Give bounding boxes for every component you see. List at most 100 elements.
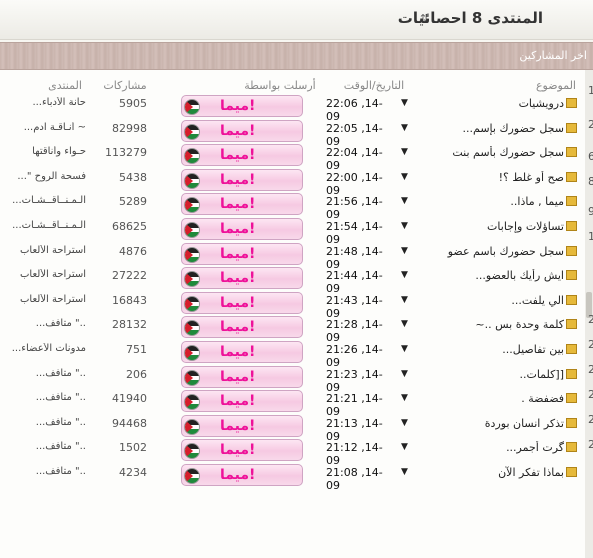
dropdown-arrow-icon[interactable]: ▼ [401, 196, 408, 206]
topic-link[interactable]: سجل حضورك باسم عضو [407, 245, 577, 258]
user-name[interactable]: ميما! [220, 270, 255, 286]
forum-link[interactable]: مدونات الأعضاء... [0, 343, 86, 354]
topic-link[interactable]: [[كلمات.. [407, 368, 577, 381]
topic-title[interactable]: بماذا تفكر الآن [498, 466, 564, 479]
topic-title[interactable]: [[كلمات.. [519, 368, 564, 381]
user-name[interactable]: ميما! [220, 319, 255, 335]
forum-link[interactable]: استراحة الألعاب [0, 245, 86, 256]
forum-link[interactable]: .." متأفف... [0, 392, 86, 403]
user-name[interactable]: ميما! [220, 147, 255, 163]
topic-title[interactable]: سجل حضورك بأسم بنت [452, 146, 564, 159]
user-badge[interactable]: ميما! [181, 291, 303, 314]
topic-title[interactable]: تذكر انسان بوردة [485, 417, 564, 430]
user-name[interactable]: ميما! [220, 196, 255, 212]
topic-title[interactable]: ميما , ماذا.. [510, 195, 564, 208]
user-badge[interactable]: ميما! [181, 218, 303, 240]
forum-link[interactable]: .." متأفف... [0, 417, 86, 428]
topic-link[interactable]: كلمة وحدة بس ..~ [407, 318, 577, 331]
user-badge[interactable]: ميما! [181, 464, 303, 486]
forum-link[interactable]: .." متأفف... [0, 441, 86, 452]
topic-title[interactable]: سجل حضورك بإسم... [463, 122, 564, 135]
dropdown-arrow-icon[interactable]: ▼ [401, 442, 408, 452]
topic-title[interactable]: تساؤلات وإجابات [487, 220, 564, 233]
topic-link[interactable]: سجل حضورك بإسم... [407, 122, 577, 135]
topic-link[interactable]: ايش رأيك بالعضو... [407, 269, 577, 282]
forum-link[interactable]: الـمـنــاقــشـات... [0, 195, 86, 206]
user-badge[interactable]: ميما! [181, 316, 303, 339]
user-name[interactable]: ميما! [220, 344, 255, 360]
topic-title[interactable]: كلمة وحدة بس ..~ [475, 318, 564, 331]
user-name[interactable]: ميما! [220, 295, 255, 311]
user-badge[interactable]: ميما! [181, 193, 303, 216]
dropdown-arrow-icon[interactable]: ▼ [401, 221, 408, 231]
user-badge[interactable]: ميما! [181, 119, 303, 142]
forum-link[interactable]: .." متأفف... [0, 318, 86, 329]
topic-title[interactable]: ايش رأيك بالعضو... [475, 269, 564, 282]
topic-title[interactable]: صح أو غلط ؟! [499, 171, 564, 184]
dropdown-arrow-icon[interactable]: ▼ [401, 147, 408, 157]
topic-title[interactable]: فضفضة . [521, 392, 564, 405]
dropdown-arrow-icon[interactable]: ▼ [401, 270, 408, 280]
user-name[interactable]: ميما! [220, 172, 255, 188]
user-badge[interactable]: ميما! [181, 168, 303, 191]
dropdown-arrow-icon[interactable]: ▼ [401, 418, 408, 428]
topic-title[interactable]: الي يلفت... [511, 294, 564, 307]
user-name[interactable]: ميما! [220, 369, 255, 385]
forum-link[interactable]: .." متأفف... [0, 466, 86, 477]
dropdown-arrow-icon[interactable]: ▼ [401, 467, 408, 477]
dropdown-arrow-icon[interactable]: ▼ [401, 123, 408, 133]
user-badge[interactable]: ميما! [181, 341, 303, 363]
dropdown-arrow-icon[interactable]: ▼ [401, 393, 408, 403]
topic-link[interactable]: بين تفاصيل... [407, 343, 577, 356]
dropdown-arrow-icon[interactable]: ▼ [401, 369, 408, 379]
topic-title[interactable]: گرت أجمر... [506, 441, 564, 454]
user-name[interactable]: ميما! [220, 221, 255, 237]
user-badge[interactable]: ميما! [181, 242, 303, 265]
column-header-date[interactable]: التاريخ/الوقت [324, 79, 424, 92]
user-badge[interactable]: ميما! [181, 365, 303, 388]
user-badge[interactable]: ميما! [181, 144, 303, 167]
forum-link[interactable]: استراحة الألعاب [0, 269, 86, 280]
user-badge[interactable]: ميما! [181, 267, 303, 290]
topic-link[interactable]: درويشيات [407, 97, 577, 110]
user-badge[interactable]: ميما! [181, 439, 303, 462]
column-header-topic[interactable]: الموضوع [498, 79, 576, 92]
user-name[interactable]: ميما! [220, 442, 255, 458]
topic-link[interactable]: ميما , ماذا.. [407, 195, 577, 208]
forum-link[interactable]: .." متأفف... [0, 368, 86, 379]
forum-link[interactable]: استراحة الألعاب [0, 294, 86, 305]
topic-link[interactable]: تذكر انسان بوردة [407, 417, 577, 430]
topic-link[interactable]: فضفضة . [407, 392, 577, 405]
topic-link[interactable]: سجل حضورك بأسم بنت [407, 146, 577, 159]
topic-link[interactable]: تساؤلات وإجابات [407, 220, 577, 233]
user-badge[interactable]: ميما! [181, 390, 303, 413]
dropdown-arrow-icon[interactable]: ▼ [401, 246, 408, 256]
forum-link[interactable]: ~ أنـاقـة آدم... [0, 122, 86, 133]
topic-title[interactable]: سجل حضورك باسم عضو [448, 245, 564, 258]
dropdown-arrow-icon[interactable]: ▼ [401, 319, 408, 329]
dropdown-arrow-icon[interactable]: ▼ [401, 98, 408, 108]
topic-title[interactable]: درويشيات [519, 97, 564, 110]
user-badge[interactable]: ميما! [181, 414, 303, 437]
forum-link[interactable]: فسحة الروح "... [0, 171, 86, 182]
dropdown-arrow-icon[interactable]: ▼ [401, 295, 408, 305]
user-name[interactable]: ميما! [220, 418, 255, 434]
dropdown-arrow-icon[interactable]: ▼ [401, 344, 408, 354]
user-name[interactable]: ميما! [220, 123, 255, 139]
topic-link[interactable]: بماذا تفكر الآن [407, 466, 577, 479]
column-header-by[interactable]: أرسلت بواسطة [230, 79, 330, 92]
topic-title[interactable]: بين تفاصيل... [502, 343, 564, 356]
topic-link[interactable]: الي يلفت... [407, 294, 577, 307]
topic-link[interactable]: صح أو غلط ؟! [407, 171, 577, 184]
user-name[interactable]: ميما! [220, 393, 255, 409]
forum-link[interactable]: حـواء وأناقتها [0, 146, 86, 157]
column-header-posts[interactable]: مشاركات [103, 79, 147, 92]
user-name[interactable]: ميما! [220, 246, 255, 262]
topic-link[interactable]: گرت أجمر... [407, 441, 577, 454]
column-header-forum[interactable]: المنتدى [45, 79, 85, 92]
forum-link[interactable]: حانة الأدباء... [0, 97, 86, 108]
forum-link[interactable]: الـمـنــاقــشـات... [0, 220, 86, 231]
dropdown-arrow-icon[interactable]: ▼ [401, 172, 408, 182]
user-badge[interactable]: ميما! [181, 95, 303, 117]
user-name[interactable]: ميما! [220, 98, 255, 114]
